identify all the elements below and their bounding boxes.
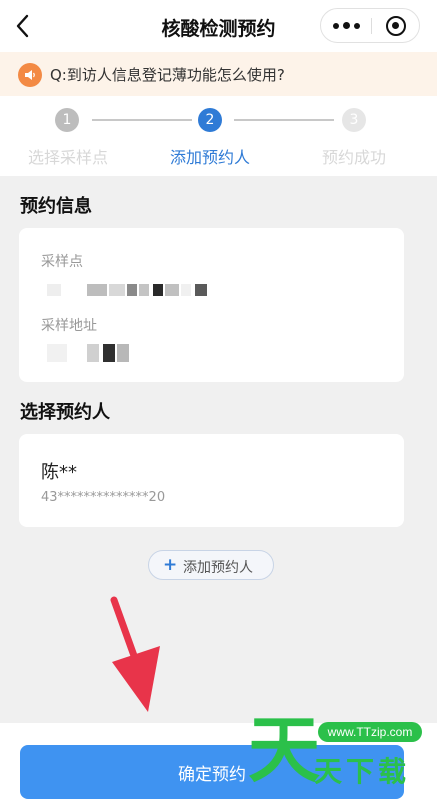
notice-bar[interactable]: Q:到访人信息登记薄功能怎么使用? <box>0 52 437 96</box>
section-title-people: 选择预约人 <box>20 402 110 423</box>
arrow-annotation-icon <box>110 596 160 712</box>
step-3-label: 预约成功 <box>321 148 386 167</box>
site-label: 采样点 <box>41 254 83 270</box>
redacted-site-value <box>47 284 207 296</box>
info-card: 采样点 采样地址 <box>19 228 404 382</box>
more-icon[interactable] <box>321 9 371 42</box>
person-card[interactable]: 陈** 43**************20 <box>19 434 404 527</box>
step-connector <box>92 119 192 121</box>
watermark-logo: 天 www.TTzip.com 天下载 <box>248 710 430 800</box>
step-2-label: 添加预约人 <box>169 148 250 167</box>
nav-bar: 核酸检测预约 <box>0 0 437 52</box>
watermark-site: www.TTzip.com <box>318 722 422 742</box>
section-title-info: 预约信息 <box>20 196 92 217</box>
mini-program-capsule <box>320 8 420 43</box>
step-3-circle: 3 <box>342 108 366 132</box>
person-name: 陈** <box>41 462 77 483</box>
step-2-circle: 2 <box>198 108 222 132</box>
add-person-button[interactable]: + 添加预约人 <box>148 550 274 580</box>
close-target-icon[interactable] <box>372 9 420 42</box>
address-label: 采样地址 <box>41 318 97 334</box>
redacted-address-value <box>47 344 147 362</box>
step-1-label: 选择采样点 <box>27 148 108 167</box>
watermark-text: 天下载 <box>314 755 411 788</box>
step-1-circle: 1 <box>55 108 79 132</box>
person-id: 43**************20 <box>41 490 166 505</box>
watermark-big-char: 天 <box>248 708 321 792</box>
progress-steps: 1 2 3 选择采样点 添加预约人 预约成功 <box>0 96 437 176</box>
step-connector <box>234 119 334 121</box>
notice-text: Q:到访人信息登记薄功能怎么使用? <box>50 66 285 84</box>
speaker-icon <box>18 63 42 87</box>
plus-icon: + <box>163 555 178 575</box>
add-person-label: 添加预约人 <box>183 560 253 576</box>
